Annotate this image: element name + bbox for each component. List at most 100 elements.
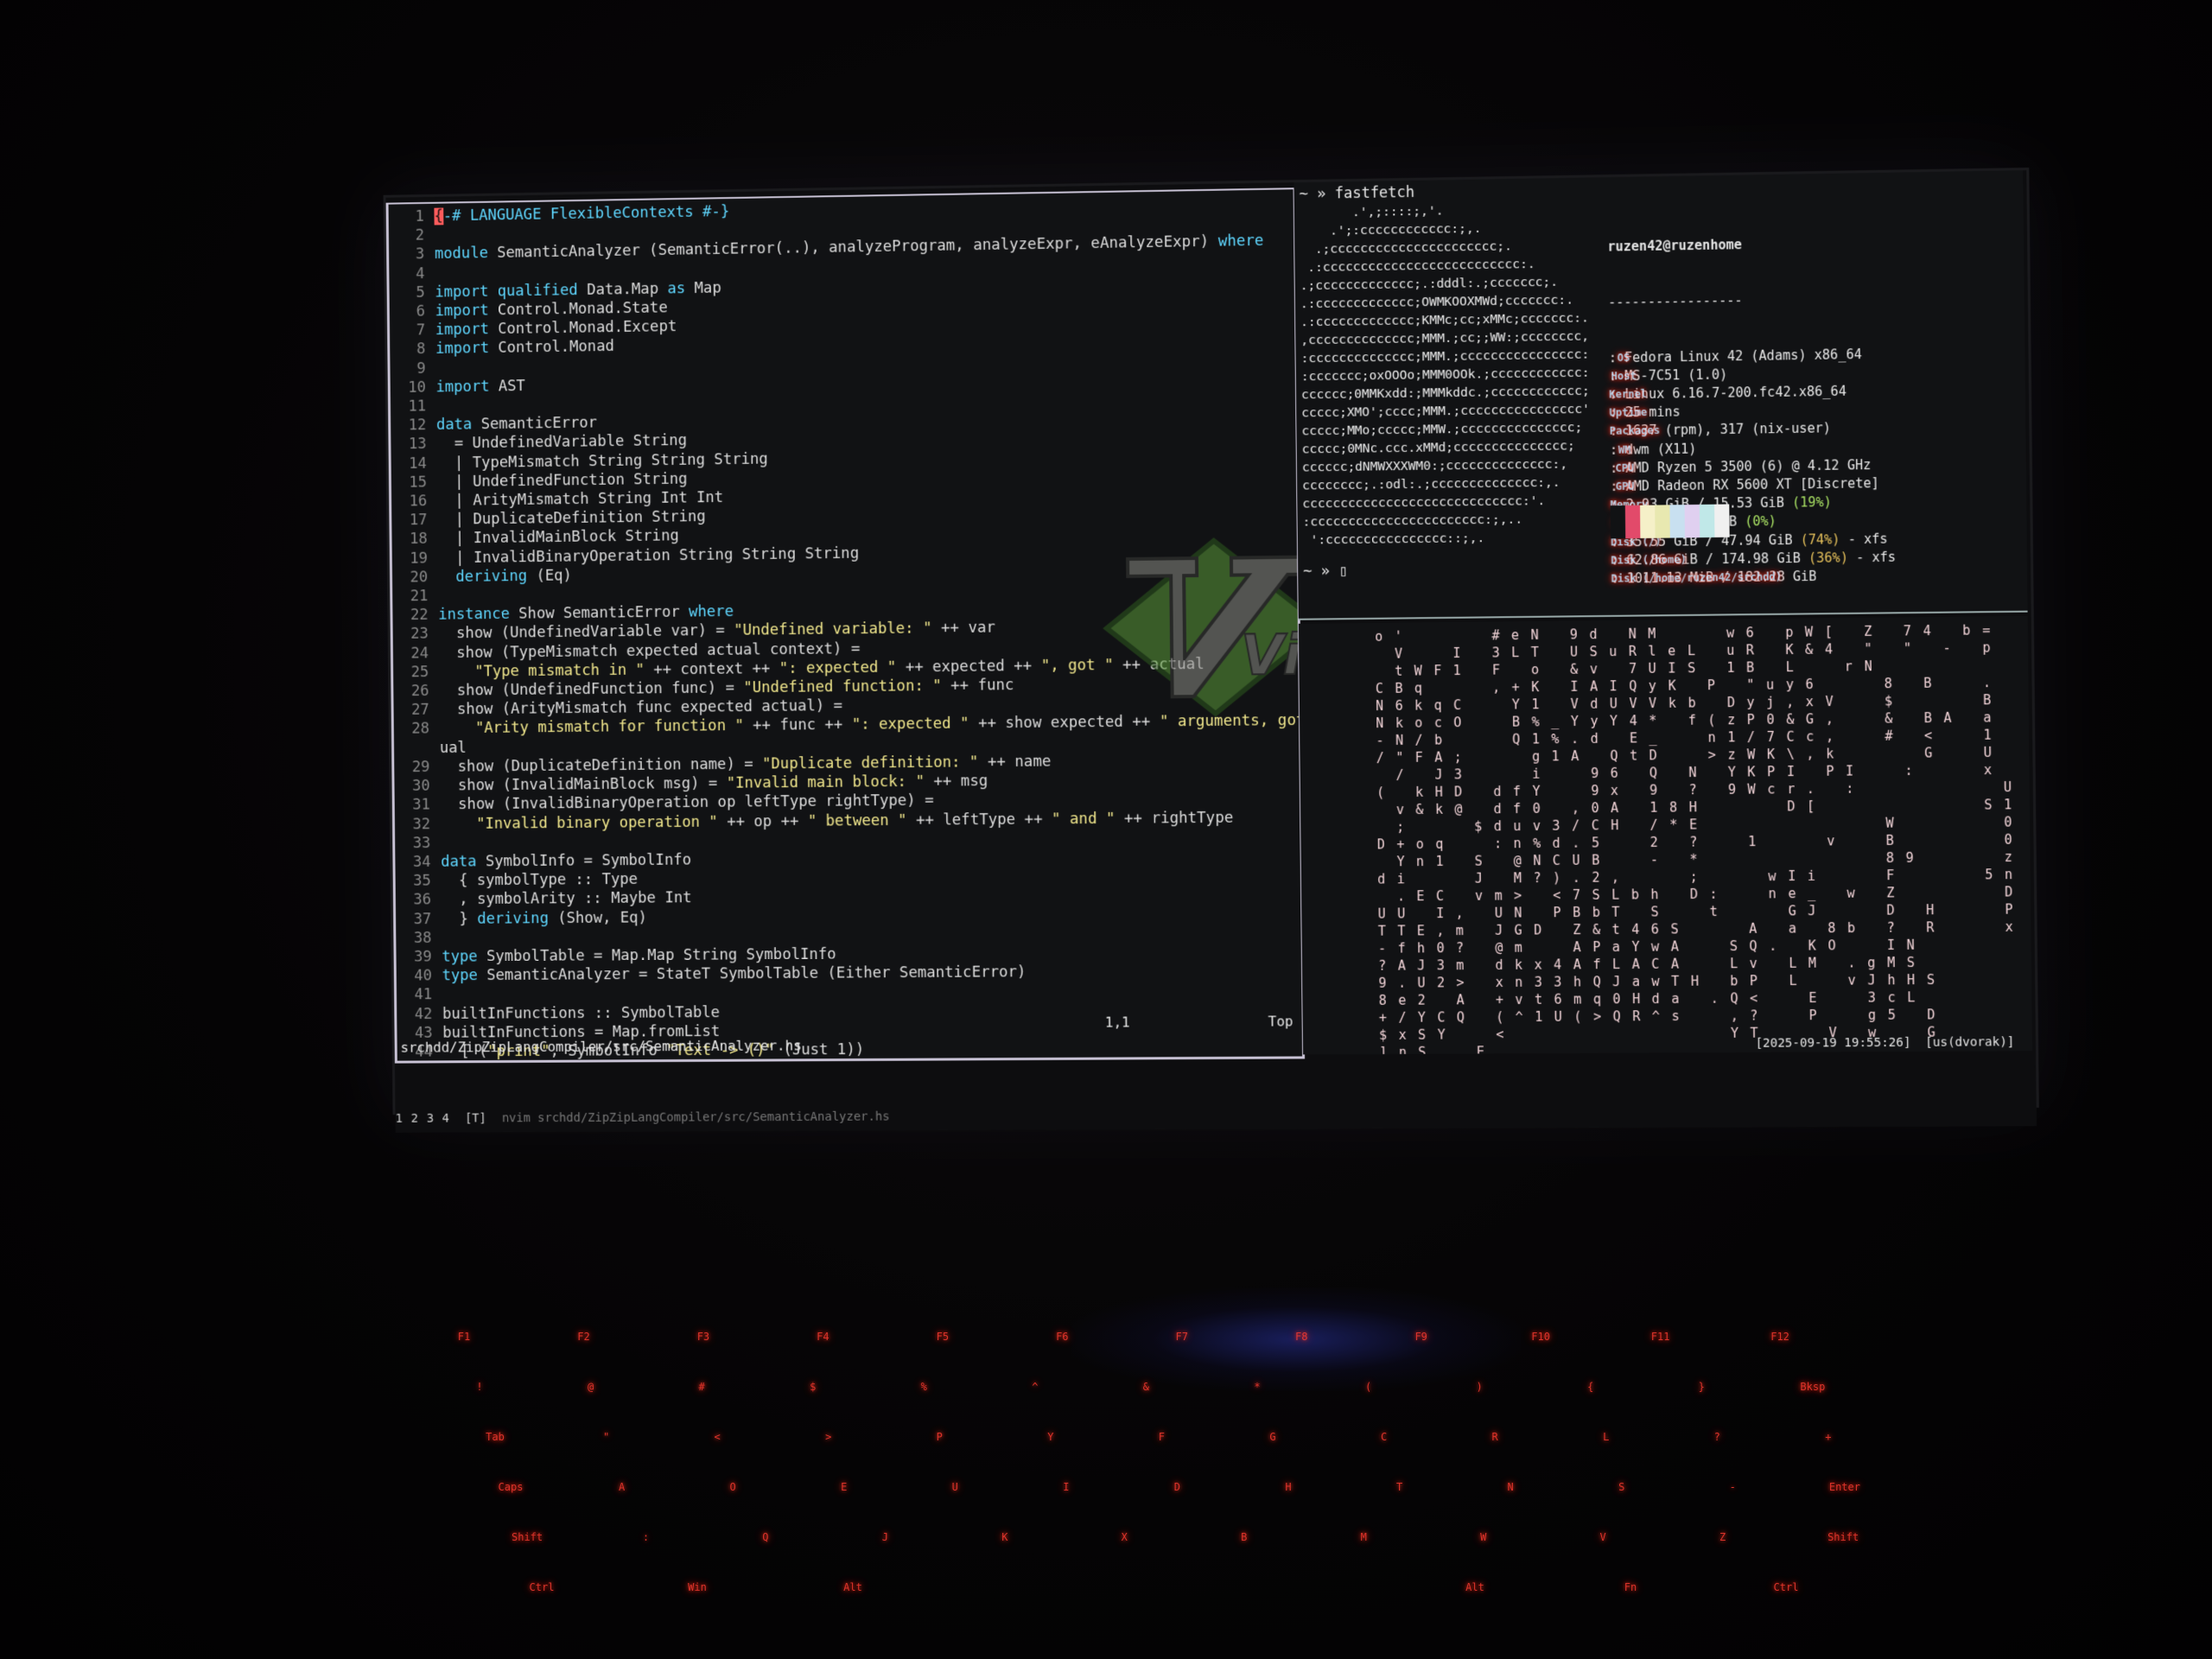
fastfetch-terminal-pane[interactable]: ~ » fastfetch .',;::::;,'. .';:ccccccccc… [1294, 170, 2028, 620]
line-number: 41 [414, 986, 433, 1004]
keyboard-row: Caps A O E U I D H T N S - Enter [449, 1481, 2022, 1516]
info-key: GPU [1615, 480, 1635, 493]
line-text: | UndefinedFunction String [436, 470, 688, 492]
line-text: | ArityMismatch String Int Int [436, 489, 724, 511]
keycap: F3 [696, 1331, 710, 1343]
line-text: | DuplicateDefinition String [437, 508, 706, 530]
line-text: show (ArityMismatch func expected actual… [439, 697, 843, 719]
line-text: | InvalidMainBlock String [437, 527, 679, 548]
line-number: 2 [415, 226, 425, 245]
monitor-screen: 1 {-# LANGUAGE FlexibleContexts #-} 2 3 modu… [383, 167, 2039, 1133]
keycap: ! [476, 1381, 483, 1393]
line-number: 33 [412, 834, 431, 852]
matrix-column: 6 R B " y P / W K W 1 A Q v P < ? T [1745, 625, 1758, 1041]
matrix-column: u I U Y Q 6 x A H , L T t a L J 0 Q [1608, 626, 1621, 1025]
vim-editor-pane[interactable]: 1 {-# LANGUAGE FlexibleContexts #-} 2 3 modu… [385, 188, 1306, 1064]
info-value: MS-7C51 (1.0) [1624, 366, 1728, 384]
keycap: D [1173, 1481, 1181, 1493]
info-percent: (19%) [1791, 494, 1832, 511]
matrix-column: P ( n > : t . [1707, 625, 1719, 1007]
keyboard-row: Shift: Q J K X B M W V Z Shift [449, 1531, 2022, 1566]
info-key: Packages [1609, 424, 1661, 438]
line-number: 32 [412, 815, 431, 833]
line-number: 6 [416, 302, 426, 321]
line-number: 16 [409, 493, 428, 511]
info-value: Fedora Linux 42 (Adams) x86_64 [1624, 346, 1862, 365]
line-number: 30 [411, 777, 430, 795]
line-number: 11 [408, 397, 427, 416]
info-suffix: - xfs [1856, 549, 1897, 566]
line-text: data SemanticError [435, 414, 598, 435]
info-value: AMD Radeon RX 5600 XT [Discrete] [1625, 475, 1879, 494]
palette-swatch [1684, 504, 1700, 538]
keycap: K [1001, 1531, 1008, 1543]
keycap: F5 [936, 1331, 950, 1343]
keycap: A [618, 1481, 626, 1493]
info-key: CPU [1615, 461, 1635, 474]
info-key: Disk (/home) [1611, 553, 1688, 567]
keycap: S [1618, 1481, 1625, 1493]
info-row: GPU: AMD Radeon RX 5600 XT [Discrete] [1610, 475, 1879, 495]
keycap: N [1507, 1481, 1514, 1493]
line-text: import AST [435, 377, 525, 397]
info-row: Disk (/home): 62.86 GiB / 174.98 GiB (36… [1611, 549, 1897, 569]
line-number: 37 [413, 910, 432, 928]
keycap: + [1825, 1431, 1832, 1443]
line-number: 1 [415, 207, 424, 226]
keycap: Alt [1465, 1581, 1484, 1593]
status-bar-right: [2025-09-19 19:55:26] [us(dvorak)] [1748, 1035, 2014, 1051]
line-text: show (InvalidBinaryOperation op leftType… [440, 791, 934, 814]
layout-symbol[interactable]: [T] [465, 1112, 486, 1126]
keycap: ( [1364, 1381, 1372, 1393]
dwm-tag-4[interactable]: 4 [442, 1112, 449, 1126]
line-text: = UndefinedVariable String [436, 432, 688, 454]
line-text: instance Show SemanticError where [438, 603, 734, 624]
matrix-rain-pane[interactable]: o C N N - / ( D d U T - ? 9 8 + $ ] " ' V… [1298, 615, 2032, 1055]
matrix-column: # 3 F , d d d : m U J @ d x + ( < [1491, 627, 1504, 1043]
line-text: deriving (Eq) [455, 567, 572, 586]
line-number: 13 [408, 435, 427, 454]
line-text: , symbolArity :: Maybe Int [441, 889, 692, 909]
keycap: ^ [1032, 1381, 1039, 1393]
line-number: 22 [410, 607, 429, 625]
keycap: Alt [843, 1581, 862, 1593]
keycap: T [1395, 1481, 1403, 1493]
matrix-column: W q k o / F k & o n E E h J U 2 Y S S [1414, 628, 1427, 1055]
window-title: nvim srchdd/ZipZipLangCompiler/src/Seman… [501, 1109, 890, 1126]
keycap: Win [688, 1581, 707, 1593]
keycap: : [642, 1531, 650, 1543]
matrix-column: r I : w b . v [1844, 624, 1856, 1041]
keycap: ) [1476, 1381, 1483, 1393]
line-number: 31 [412, 796, 430, 814]
info-percent: (36%) [1808, 550, 1849, 566]
scroll-position: Top [1268, 1013, 1294, 1030]
keycap: F7 [1175, 1331, 1188, 1343]
line-number: 39 [413, 948, 432, 966]
matrix-column: d S v A d y d 9 9 0 C 5 B 2 S b & P f Q … [1589, 626, 1602, 1025]
keycap: Caps [498, 1481, 524, 1493]
dwm-tag-3[interactable]: 3 [427, 1112, 434, 1126]
keycap: F9 [1414, 1331, 1427, 1343]
line-number: 9 [416, 359, 426, 378]
matrix-column: 4 B B < G H R S D G [1923, 622, 1936, 1040]
line-number: 25 [410, 664, 429, 682]
info-percent: (74%) [1800, 531, 1840, 548]
line-number: 23 [410, 626, 429, 644]
keycap: < [714, 1431, 721, 1443]
line-number: 38 [413, 929, 432, 947]
keyboard-row: ! @ # $% ^ & * () {} Bksp [449, 1381, 2022, 1415]
dwm-tag-2[interactable]: 2 [411, 1112, 418, 1126]
shell-prompt[interactable]: ~ » ▯ [1303, 563, 1348, 581]
matrix-column: e L + Y B Q f f u n @ M > N G m k n v ^ [1510, 627, 1523, 1026]
line-number: 7 [416, 321, 426, 340]
matrix-column: N R 7 Q V 4 E t b 4 Y A a H R [1628, 626, 1641, 1025]
keycap: # [698, 1381, 705, 1393]
status-datetime: [2025-09-19 19:55:26] [1755, 1035, 1911, 1051]
keycap: F12 [1770, 1331, 1789, 1343]
line-number: 3 [415, 245, 425, 264]
keycap: C [1380, 1431, 1388, 1443]
matrix-column: I 1 C O ; 3 D @ , m ? m > A Q [1452, 627, 1465, 1026]
color-palette [1610, 504, 1730, 539]
dwm-tag-1[interactable]: 1 [395, 1112, 402, 1126]
line-number: 4 [416, 264, 425, 283]
